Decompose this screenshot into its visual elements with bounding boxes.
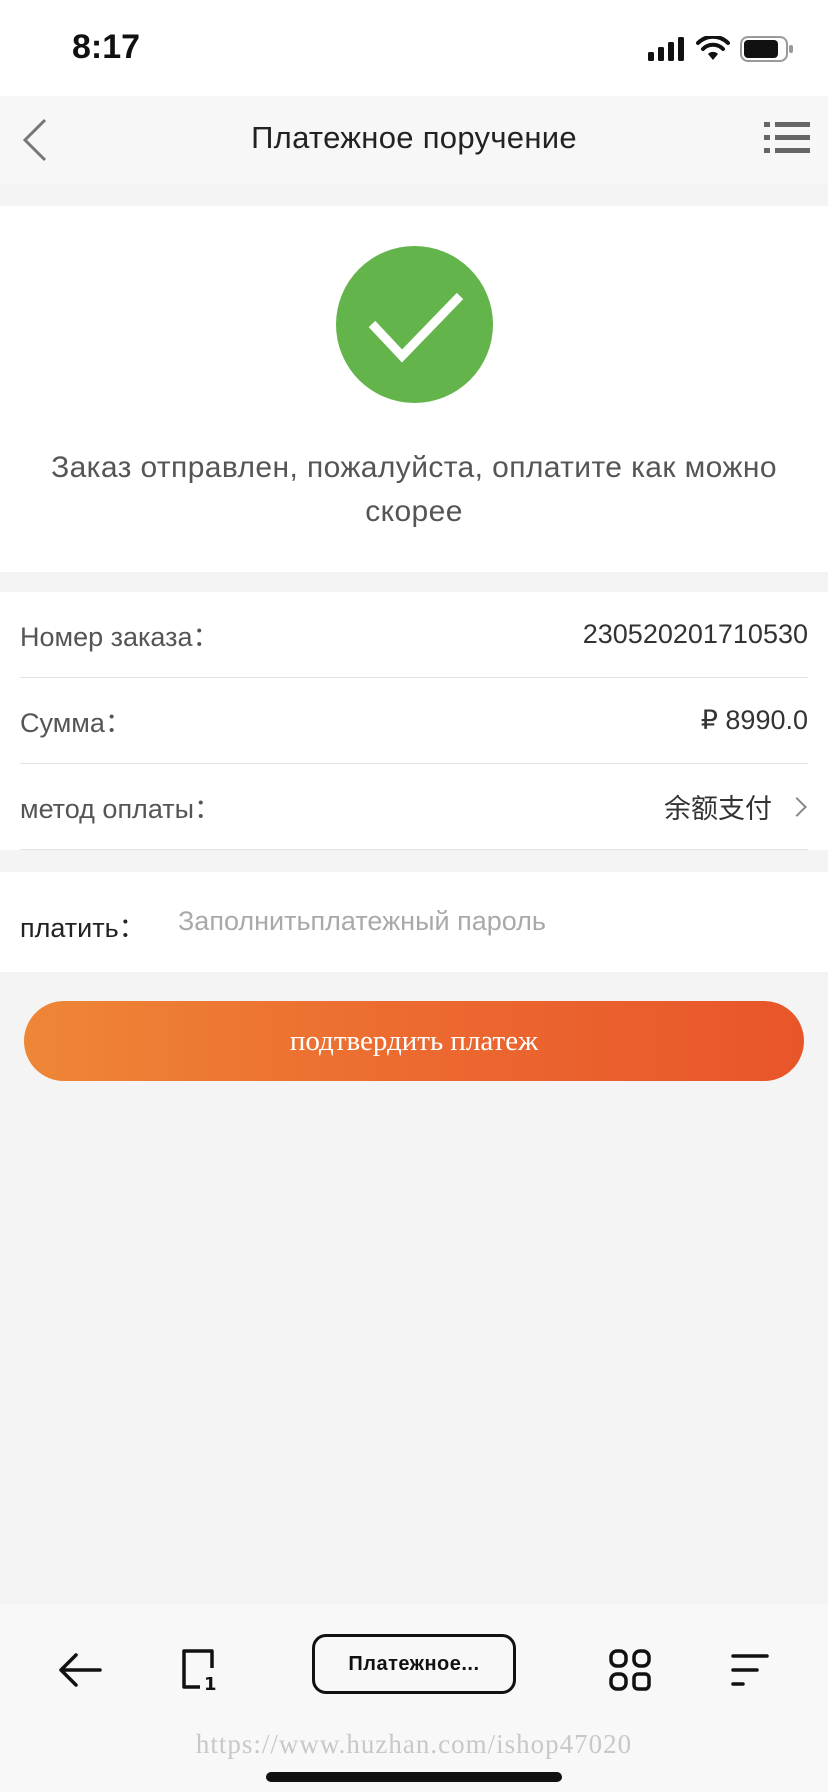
browser-back-button[interactable] bbox=[50, 1640, 110, 1700]
amount-label: Сумма： bbox=[20, 708, 132, 738]
success-message: Заказ отправлен, пожалуйста, оплатите ка… bbox=[51, 451, 777, 528]
tabs-icon: 1 bbox=[182, 1649, 217, 1692]
browser-menu-button[interactable] bbox=[720, 1640, 780, 1700]
status-time: 8:17 bbox=[72, 28, 141, 66]
chevron-right-icon bbox=[787, 796, 807, 817]
success-card: Заказ отправлен, пожалуйста, оплатите ка… bbox=[0, 206, 828, 572]
wifi-icon bbox=[696, 36, 730, 60]
grid-apps-icon bbox=[609, 1649, 651, 1691]
list-menu-icon bbox=[764, 122, 810, 153]
order-number-row: Номер заказа： 230520201710530 bbox=[20, 592, 808, 678]
order-number-value: 230520201710530 bbox=[582, 619, 808, 649]
page-title: Платежное поручение bbox=[251, 120, 577, 155]
order-info-list: Номер заказа： 230520201710530 Сумма： ₽ 8… bbox=[0, 592, 828, 850]
check-circle-icon bbox=[336, 246, 493, 403]
amount-row: Сумма： ₽ 8990.0 bbox=[20, 678, 808, 764]
browser-toolbar: 1 Платежное... https://www.huzhan.com/is… bbox=[0, 1604, 828, 1792]
confirm-payment-button[interactable]: подтвердить платеж bbox=[24, 1001, 804, 1081]
tab-count: 1 bbox=[204, 1674, 217, 1692]
payment-method-value-wrap: 余额支付 bbox=[664, 787, 808, 826]
payment-method-value: 余额支付 bbox=[664, 794, 772, 824]
payment-password-input[interactable] bbox=[178, 896, 778, 946]
order-number-label: Номер заказа： bbox=[20, 622, 220, 652]
watermark: https://www.huzhan.com/ishop47020 bbox=[195, 1729, 633, 1759]
tabs-button[interactable]: 1 bbox=[170, 1640, 230, 1700]
amount-value: ₽ 8990.0 bbox=[700, 705, 808, 735]
navigation-bar: Платежное поручение bbox=[0, 96, 828, 184]
menu-button[interactable] bbox=[764, 120, 814, 160]
arrow-left-icon bbox=[59, 1653, 102, 1687]
status-icons bbox=[648, 34, 794, 64]
status-bar: 8:17 bbox=[0, 0, 828, 96]
pay-password-row: платить： bbox=[0, 872, 828, 972]
payment-method-label: метод оплаты： bbox=[20, 794, 222, 824]
apps-button[interactable] bbox=[600, 1640, 660, 1700]
cellular-signal-icon bbox=[648, 37, 684, 61]
battery-icon bbox=[740, 36, 793, 62]
current-tab-title[interactable]: Платежное... bbox=[312, 1634, 516, 1694]
pay-label: платить： bbox=[20, 913, 146, 943]
payment-method-row[interactable]: метод оплаты： 余额支付 bbox=[20, 764, 808, 850]
home-indicator bbox=[266, 1772, 562, 1782]
menu-lines-icon bbox=[731, 1654, 769, 1686]
